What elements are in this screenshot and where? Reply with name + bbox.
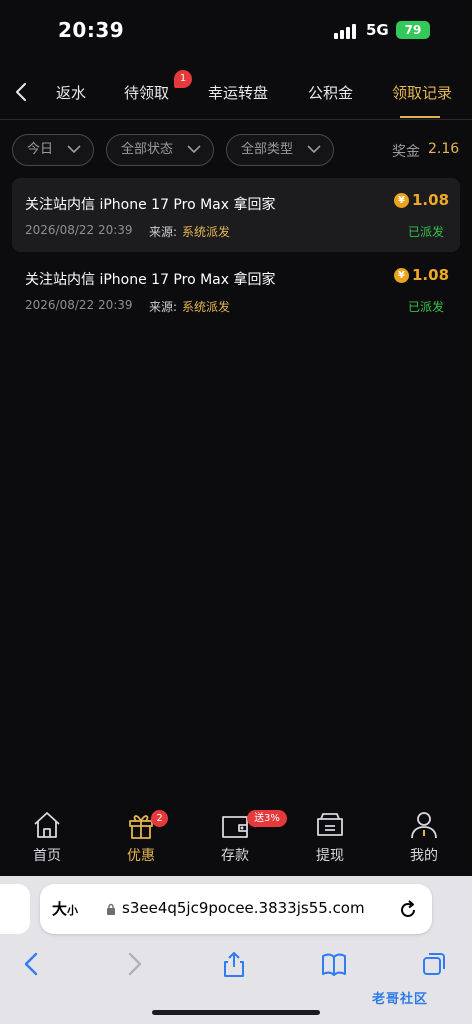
date-filter-label: 今日 bbox=[27, 142, 54, 157]
nav-deposit[interactable]: 存款 送3% bbox=[205, 810, 287, 870]
nav-home-label: 首页 bbox=[33, 848, 61, 864]
record-source-label: 来源: bbox=[149, 225, 178, 239]
record-date: 2026/08/22 20:39 bbox=[25, 298, 133, 312]
text-size-large: 大 bbox=[52, 900, 68, 918]
record-row[interactable]: 关注站内信 iPhone 17 Pro Max 拿回家 2026/08/22 2… bbox=[12, 178, 460, 252]
active-tab-indicator bbox=[400, 116, 440, 118]
tab-pending[interactable]: 待领取 bbox=[124, 82, 169, 103]
nav-withdraw[interactable]: 提现 bbox=[300, 810, 360, 870]
bonus-label: 奖金 bbox=[392, 144, 420, 160]
record-title: 关注站内信 iPhone 17 Pro Max 拿回家 bbox=[25, 197, 276, 213]
tab-lucky-wheel[interactable]: 幸运转盘 bbox=[208, 82, 268, 103]
chevron-down-icon bbox=[67, 145, 81, 154]
person-icon bbox=[411, 812, 437, 839]
nav-promotions[interactable]: 优惠 2 bbox=[111, 810, 171, 870]
tab-provident-fund[interactable]: 公积金 bbox=[308, 82, 353, 103]
coin-icon: ¥ bbox=[394, 268, 409, 283]
nav-profile[interactable]: 我的 bbox=[394, 810, 454, 870]
record-source: 系统派发 bbox=[182, 300, 231, 314]
cellular-signal-icon bbox=[334, 23, 358, 39]
battery-icon: 79 bbox=[396, 21, 430, 39]
status-filter[interactable]: 全部状态 bbox=[106, 134, 214, 166]
promotions-badge: 2 bbox=[151, 810, 168, 827]
withdraw-icon bbox=[317, 813, 343, 836]
tab-rebate[interactable]: 返水 bbox=[56, 82, 86, 103]
record-title: 关注站内信 iPhone 17 Pro Max 拿回家 bbox=[25, 272, 276, 288]
chevron-down-icon bbox=[307, 145, 321, 154]
tab-bar: 返水 待领取 幸运转盘 公积金 领取记录 bbox=[0, 64, 472, 120]
record-row[interactable]: 关注站内信 iPhone 17 Pro Max 拿回家 2026/08/22 2… bbox=[12, 253, 460, 327]
tabs-icon[interactable] bbox=[420, 950, 448, 978]
status-filter-label: 全部状态 bbox=[121, 142, 174, 157]
previous-tab-card[interactable] bbox=[0, 884, 30, 934]
tab-claim-records[interactable]: 领取记录 bbox=[392, 82, 452, 103]
text-size-small: 小 bbox=[67, 904, 79, 917]
bookmarks-icon[interactable] bbox=[320, 950, 348, 978]
type-filter[interactable]: 全部类型 bbox=[226, 134, 334, 166]
pending-badge: 1 bbox=[174, 70, 192, 88]
status-time: 20:39 bbox=[58, 18, 125, 42]
browser-toolbar: 大小 s3ee4q5jc9pocee.3833js55.com 老哥社区 bbox=[0, 876, 472, 1024]
record-source-label: 来源: bbox=[149, 300, 178, 314]
browser-forward-icon[interactable] bbox=[120, 950, 148, 978]
wallet-icon bbox=[222, 816, 248, 838]
reload-icon[interactable] bbox=[398, 898, 418, 920]
type-filter-label: 全部类型 bbox=[241, 142, 294, 157]
back-chevron-icon[interactable] bbox=[10, 78, 34, 106]
lock-icon bbox=[107, 903, 115, 915]
record-status: 已派发 bbox=[408, 300, 445, 314]
address-bar[interactable]: 大小 s3ee4q5jc9pocee.3833js55.com bbox=[40, 884, 432, 934]
bottom-nav: 首页 优惠 2 存款 送3% 提现 我的 bbox=[0, 800, 472, 876]
bonus-value: 2.16 bbox=[428, 141, 460, 157]
record-source: 系统派发 bbox=[182, 225, 231, 239]
nav-withdraw-label: 提现 bbox=[316, 848, 344, 864]
record-status: 已派发 bbox=[408, 225, 445, 239]
deposit-badge: 送3% bbox=[247, 810, 287, 827]
coin-icon: ¥ bbox=[394, 193, 409, 208]
record-amount: 1.08 bbox=[412, 266, 450, 284]
nav-deposit-label: 存款 bbox=[221, 848, 249, 864]
share-icon[interactable] bbox=[220, 950, 248, 978]
network-type: 5G bbox=[366, 21, 389, 39]
home-indicator[interactable] bbox=[152, 1010, 320, 1015]
status-bar: 20:39 5G 79 bbox=[0, 0, 472, 64]
watermark: 老哥社区 bbox=[372, 992, 429, 1007]
home-icon bbox=[34, 812, 60, 838]
nav-home[interactable]: 首页 bbox=[17, 810, 77, 870]
text-size-button[interactable]: 大小 bbox=[52, 898, 78, 919]
url-text: s3ee4q5jc9pocee.3833js55.com bbox=[122, 899, 365, 917]
date-filter[interactable]: 今日 bbox=[12, 134, 94, 166]
record-date: 2026/08/22 20:39 bbox=[25, 223, 133, 237]
nav-profile-label: 我的 bbox=[410, 848, 438, 864]
nav-promotions-label: 优惠 bbox=[127, 848, 155, 864]
chevron-down-icon bbox=[187, 145, 201, 154]
record-amount: 1.08 bbox=[412, 191, 450, 209]
browser-back-icon[interactable] bbox=[18, 950, 46, 978]
